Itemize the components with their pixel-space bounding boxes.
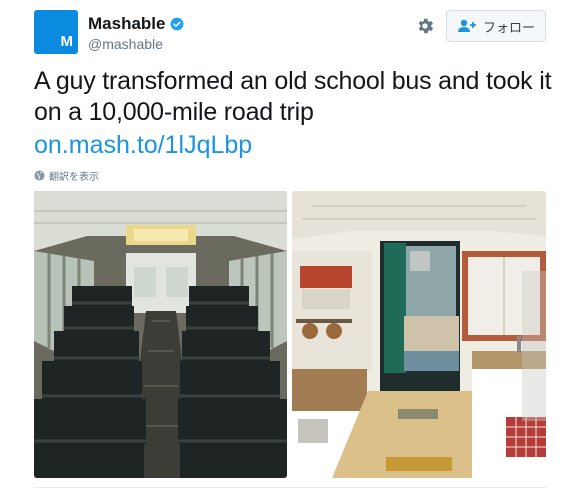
gear-icon[interactable] — [415, 16, 435, 36]
avatar-letter: M — [60, 33, 74, 50]
tweet-card: M Mashable @mashable フォロー A guy transfor… — [0, 0, 580, 492]
translate-toggle[interactable]: 翻訳を表示 — [34, 168, 99, 183]
photo-bus-seats[interactable] — [34, 191, 287, 478]
tweet-link[interactable]: on.mash.to/1lJqLbp — [34, 130, 252, 161]
bus-seats-image — [34, 191, 287, 478]
tweet-text: A guy transformed an old school bus and … — [34, 67, 552, 126]
translate-label: 翻訳を表示 — [49, 172, 99, 183]
follow-label: フォロー — [482, 19, 535, 35]
follow-button[interactable]: フォロー — [446, 10, 546, 42]
display-name[interactable]: Mashable — [88, 14, 165, 34]
divider — [34, 487, 546, 488]
user-name-row[interactable]: Mashable — [88, 14, 184, 34]
bus-conversion-image — [292, 191, 546, 478]
add-user-icon — [457, 19, 476, 32]
photo-bus-conversion[interactable] — [292, 191, 546, 478]
globe-icon — [34, 170, 45, 181]
user-handle[interactable]: @mashable — [88, 36, 163, 52]
avatar[interactable]: M — [34, 10, 78, 54]
verified-badge-icon — [171, 17, 184, 31]
